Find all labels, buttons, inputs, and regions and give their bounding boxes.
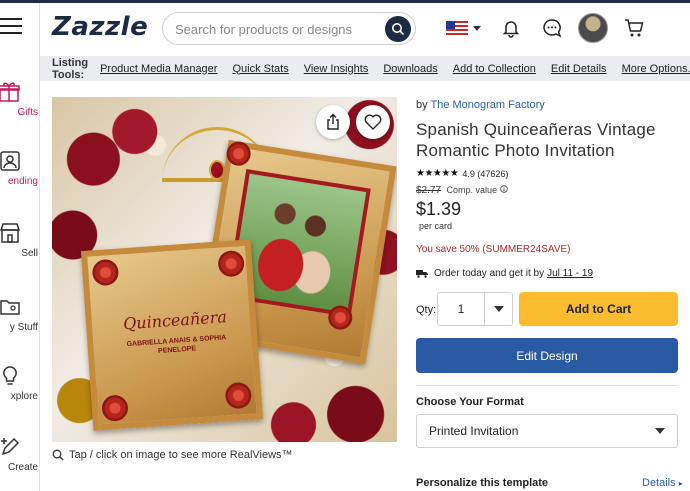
product-image[interactable]: Quinceañera GABRIELLA ANAIS & SOPHIA PEN…: [52, 97, 397, 442]
create-pen-icon: [1, 437, 20, 456]
folder-icon: [0, 300, 20, 315]
format-select[interactable]: Printed Invitation: [416, 414, 678, 448]
search-button[interactable]: [385, 16, 411, 42]
section-divider: [416, 385, 678, 386]
rose-decoration: [101, 394, 129, 423]
nav-explore[interactable]: xplore: [0, 364, 38, 402]
product-title: Spanish Quinceañeras Vintage Romantic Ph…: [416, 120, 656, 160]
nav-explore-label: xplore: [10, 391, 38, 402]
nav-trending-label: ending: [7, 176, 38, 187]
chevron-down-icon: [655, 428, 665, 434]
format-label: Choose Your Format: [416, 396, 524, 408]
rose-decoration: [224, 139, 253, 168]
sale-price: $1.39: [416, 199, 462, 219]
chevron-down-icon: [493, 306, 504, 312]
nav-sell[interactable]: Sell: [0, 221, 38, 259]
invitation-card-text-side: Quinceañera GABRIELLA ANAIS & SOPHIA PEN…: [80, 239, 264, 431]
nav-trending[interactable]: ending: [0, 149, 38, 187]
card-names: GABRIELLA ANAIS & SOPHIA PENELOPE: [126, 334, 227, 356]
edit-details-link[interactable]: Edit Details: [551, 63, 607, 75]
store-icon: [0, 223, 21, 243]
nav-create[interactable]: Create: [0, 435, 38, 473]
by-label: by: [416, 99, 428, 111]
chevron-right-icon: ▸: [678, 479, 683, 488]
cart-button[interactable]: [619, 13, 649, 43]
nav-my-stuff[interactable]: y Stuff: [0, 295, 38, 333]
shipping-date-link[interactable]: Jul 11 - 19: [547, 268, 593, 279]
add-to-collection-link[interactable]: Add to Collection: [453, 63, 536, 75]
format-value: Printed Invitation: [429, 424, 519, 438]
quantity-label: Qty:: [416, 304, 437, 316]
per-unit-label: per card: [419, 221, 453, 231]
trending-person-icon: [0, 151, 20, 171]
rose-decoration: [91, 258, 120, 287]
listing-tools-bar: Listing Tools: Product Media Manager Qui…: [40, 56, 690, 81]
brand-link[interactable]: The Monogram Factory: [430, 99, 544, 111]
product-media-manager-link[interactable]: Product Media Manager: [100, 63, 217, 75]
details-link[interactable]: Details ▸: [642, 477, 683, 489]
details-link-label: Details: [642, 477, 676, 489]
heart-icon: [364, 114, 382, 130]
quantity-value: 1: [457, 302, 465, 316]
realviews-hint: Tap / click on image to see more RealVie…: [52, 449, 293, 461]
more-options-link[interactable]: More Options...: [622, 63, 690, 75]
comp-value-row: $2.77 Comp. value: [416, 185, 508, 196]
comp-price: $2.77: [416, 185, 442, 196]
top-accent-line: [0, 0, 690, 3]
user-avatar[interactable]: [578, 13, 608, 43]
lightbulb-icon: [3, 366, 17, 385]
info-icon[interactable]: [499, 185, 508, 193]
gift-icon: [0, 82, 20, 102]
nav-create-label: Create: [7, 462, 38, 473]
brand-line: by The Monogram Factory: [416, 99, 545, 111]
country-selector[interactable]: [440, 14, 486, 42]
nav-sell-label: Sell: [21, 248, 38, 259]
shipping-text: Order today and get it by: [434, 268, 545, 279]
rose-decoration: [224, 381, 253, 410]
rating-value: 4.9: [462, 168, 475, 179]
notifications-button[interactable]: [496, 13, 526, 43]
star-rating-icon: ★★★★★: [416, 168, 459, 179]
bell-icon: [502, 21, 520, 38]
chevron-down-icon: [473, 25, 481, 31]
quantity-dropdown-toggle[interactable]: [485, 306, 512, 312]
nav-gifts-label: Gifts: [17, 107, 38, 118]
quick-stats-link[interactable]: Quick Stats: [232, 63, 288, 75]
zazzle-logo[interactable]: Zazzle: [52, 12, 148, 42]
realviews-text: Tap / click on image to see more RealVie…: [69, 449, 293, 461]
messages-button[interactable]: [537, 13, 567, 43]
rating-row[interactable]: ★★★★★ 4.9 (47626): [416, 168, 508, 179]
favorite-button[interactable]: [356, 105, 390, 139]
personalize-heading: Personalize this template: [416, 477, 549, 489]
share-button[interactable]: [316, 105, 350, 139]
search-input[interactable]: [175, 20, 375, 38]
chat-bubble-icon: [543, 19, 562, 38]
add-to-cart-button[interactable]: Add to Cart: [519, 292, 678, 326]
edit-design-button[interactable]: Edit Design: [416, 338, 678, 373]
truck-icon: [416, 270, 428, 278]
us-flag-icon: [446, 21, 468, 35]
listing-tools-label: Listing Tools:: [52, 56, 89, 81]
nav-my-stuff-label: y Stuff: [9, 322, 38, 333]
cart-icon: [625, 19, 644, 37]
downloads-link[interactable]: Downloads: [383, 63, 437, 75]
share-icon: [327, 113, 339, 130]
quantity-select[interactable]: 1: [437, 292, 513, 326]
nav-gifts[interactable]: Gifts: [0, 80, 38, 118]
zoom-icon: [52, 449, 64, 461]
comp-label: Comp. value: [446, 185, 498, 195]
review-count: (47626): [477, 168, 509, 179]
savings-text: You save 50% (SUMMER24SAVE): [416, 244, 571, 255]
view-insights-link[interactable]: View Insights: [304, 63, 369, 75]
card-script-title: Quinceañera: [122, 307, 228, 334]
search-bar[interactable]: [162, 12, 416, 45]
rose-decoration: [217, 249, 246, 278]
shipping-estimate: Order today and get it by Jul 11 - 19: [416, 268, 593, 279]
search-icon: [392, 23, 405, 36]
menu-hamburger-icon[interactable]: [0, 18, 22, 36]
